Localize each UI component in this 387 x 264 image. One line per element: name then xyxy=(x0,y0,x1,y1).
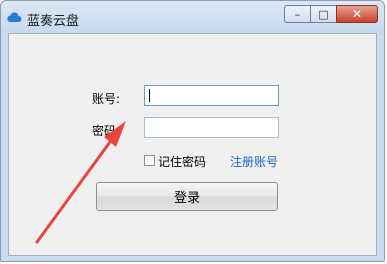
red-arrow-annotation xyxy=(35,121,126,244)
